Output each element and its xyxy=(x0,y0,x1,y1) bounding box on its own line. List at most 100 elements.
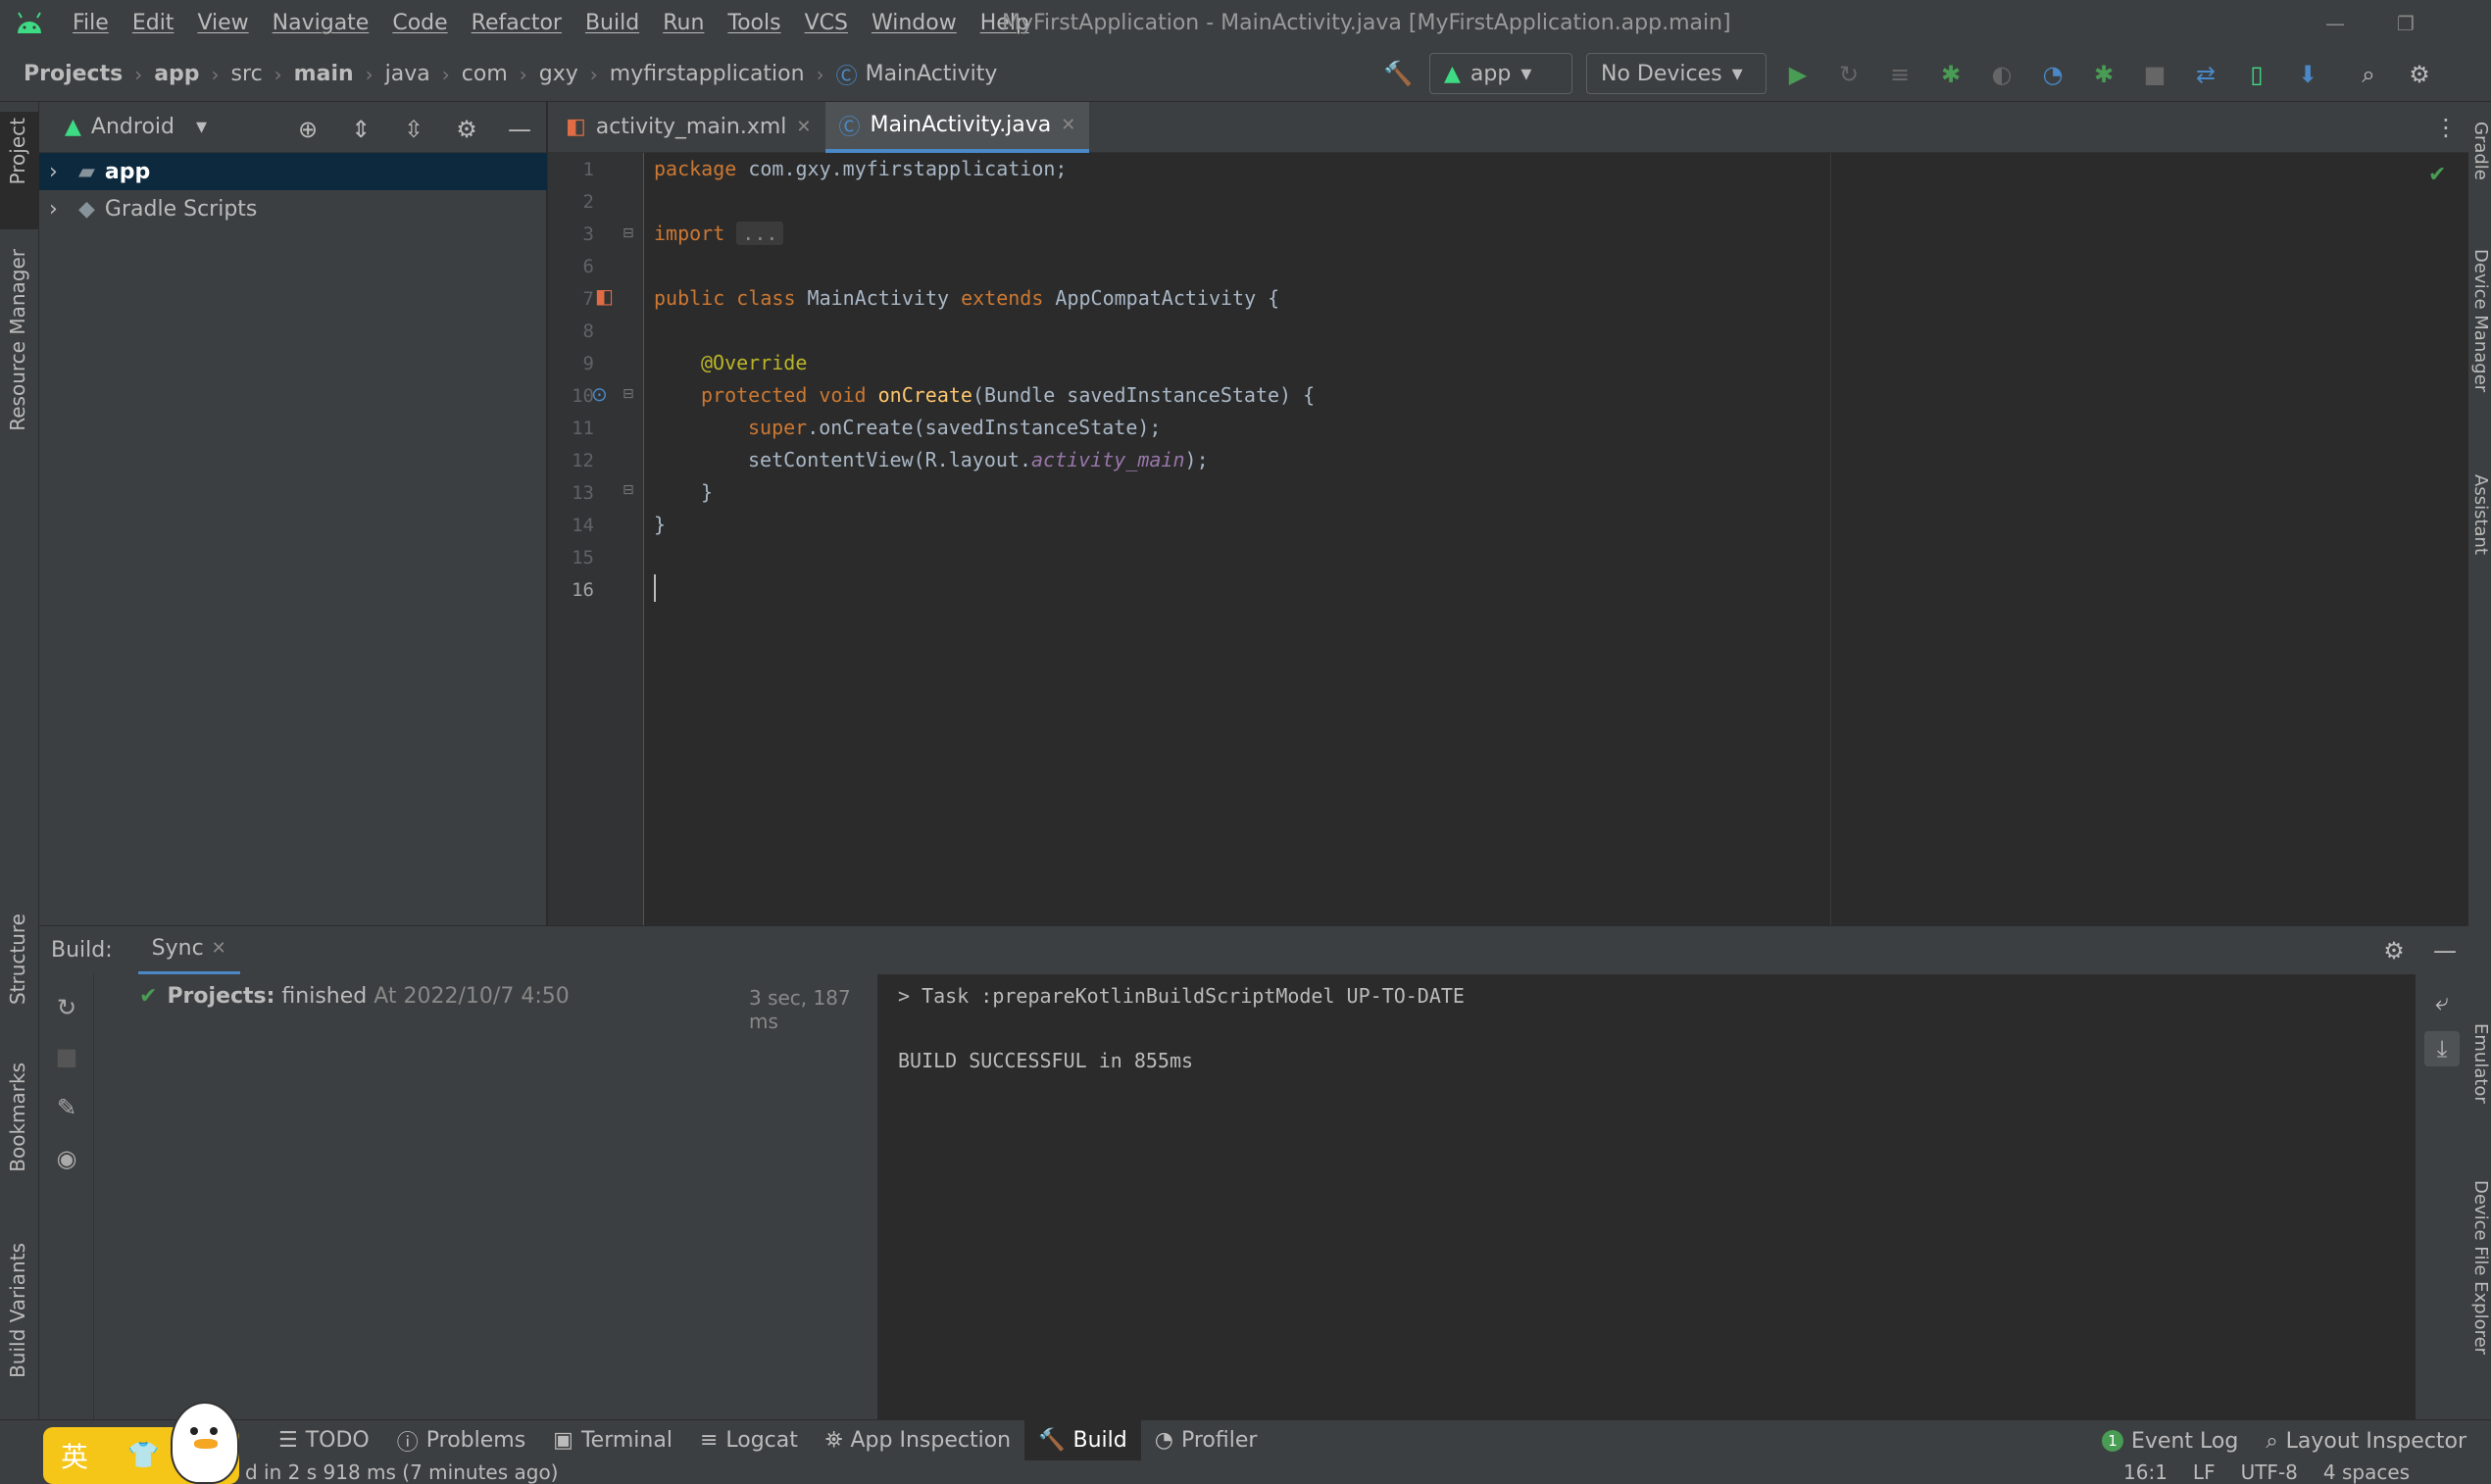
menu-item-run[interactable]: Run xyxy=(651,0,716,47)
no-problems-check-icon[interactable]: ✔ xyxy=(2428,163,2446,187)
event-log-tool-button[interactable]: 1 Event Log xyxy=(2088,1420,2252,1461)
apply-code-changes-icon[interactable]: ≡ xyxy=(1882,57,1918,92)
stop-icon[interactable]: ■ xyxy=(2137,57,2172,92)
app-inspection-tool-button[interactable]: ⛯ App Inspection xyxy=(812,1420,1024,1461)
attach-debugger-icon[interactable]: ✱ xyxy=(2086,57,2121,92)
device-manager-icon[interactable]: ▯ xyxy=(2239,57,2274,92)
hide-icon[interactable]: — xyxy=(2427,933,2463,968)
menu-item-window[interactable]: Window xyxy=(860,0,969,47)
terminal-tool-button[interactable]: ▣ Terminal xyxy=(539,1420,686,1461)
sync-gradle-icon[interactable]: ⇄ xyxy=(2188,57,2223,92)
line-separator[interactable]: LF xyxy=(2193,1460,2216,1484)
gear-icon[interactable]: ⚙ xyxy=(449,112,484,147)
menu-item-code[interactable]: Code xyxy=(380,0,459,47)
code-editor[interactable]: package com.gxy.myfirstapplication; impo… xyxy=(644,153,2468,925)
breadcrumb-item-app[interactable]: app xyxy=(154,62,199,86)
menu-item-file[interactable]: File xyxy=(61,0,121,47)
search-icon[interactable]: ⌕ xyxy=(2351,57,2386,92)
file-encoding[interactable]: UTF-8 xyxy=(2241,1460,2298,1484)
pin-icon[interactable]: ✎ xyxy=(49,1090,84,1125)
layout-file-gutter-icon[interactable]: ◧ xyxy=(595,284,614,308)
menu-item-refactor[interactable]: Refactor xyxy=(460,0,573,47)
build-tool-button[interactable]: 🔨 Build xyxy=(1024,1419,1141,1461)
soft-wrap-icon[interactable]: ⤶ xyxy=(2424,984,2460,1019)
device-select[interactable]: No Devices ▾ xyxy=(1586,53,1767,94)
breadcrumb-item-java[interactable]: java xyxy=(385,62,430,86)
problems-tool-button[interactable]: ⓘ Problems xyxy=(383,1420,539,1461)
profile-icon[interactable]: ◔ xyxy=(2035,57,2070,92)
resource-manager-tool-button[interactable]: Resource Manager xyxy=(6,249,29,431)
left-tool-stripe: Project Resource Manager Structure Bookm… xyxy=(0,102,39,1419)
override-gutter-icon[interactable]: ⊙ xyxy=(591,382,608,406)
code-line: @Override xyxy=(701,351,807,374)
breadcrumb-item-gxy[interactable]: gxy xyxy=(539,62,578,86)
menu-item-tools[interactable]: Tools xyxy=(716,0,792,47)
breadcrumb-item-com[interactable]: com xyxy=(462,62,508,86)
build-tree-row[interactable]: ✔ Projects: finished At 2022/10/7 4:50 xyxy=(139,984,570,1009)
breadcrumb-item-mainactivity[interactable]: MainActivity xyxy=(866,62,998,86)
layout-inspector-tool-button[interactable]: ⌕ Layout Inspector xyxy=(2252,1420,2480,1461)
fold-icon[interactable]: ⊟ xyxy=(623,225,634,241)
debug-icon[interactable]: ✱ xyxy=(1933,57,1968,92)
locate-icon[interactable]: ⊕ xyxy=(290,112,325,147)
bookmarks-tool-button[interactable]: Bookmarks xyxy=(6,1063,29,1172)
build-console[interactable]: > Task :prepareKotlinBuildScriptModel UP… xyxy=(878,974,2416,1419)
device-file-explorer-tool-button[interactable]: Device File Explorer xyxy=(2470,1180,2491,1415)
run-icon[interactable]: ▶ xyxy=(1780,57,1816,92)
tree-item-gradle-scripts[interactable]: › ◆ Gradle Scripts xyxy=(39,190,547,227)
structure-tool-button[interactable]: Structure xyxy=(6,914,29,1005)
menu-item-view[interactable]: View xyxy=(185,0,260,47)
gear-icon[interactable]: ⚙ xyxy=(2402,57,2437,92)
make-project-hammer-icon[interactable]: 🔨 xyxy=(1380,56,1416,91)
indent-setting[interactable]: 4 spaces xyxy=(2323,1460,2410,1484)
breadcrumb-item-myfirstapplication[interactable]: myfirstapplication xyxy=(610,62,805,86)
ime-widget[interactable]: 英 👕 xyxy=(43,1402,239,1484)
breadcrumb-item-projects[interactable]: Projects xyxy=(24,62,123,86)
tree-item-label: app xyxy=(104,159,151,184)
logcat-tool-button[interactable]: ≡ Logcat xyxy=(686,1420,812,1461)
coverage-icon[interactable]: ◐ xyxy=(1984,57,2019,92)
gradle-tool-button[interactable]: Gradle xyxy=(2470,122,2491,220)
restore-button[interactable]: ❐ xyxy=(2376,0,2435,47)
emulator-tool-button[interactable]: Emulator xyxy=(2470,1023,2491,1141)
sdk-manager-icon[interactable]: ⬇ xyxy=(2290,57,2325,92)
device-manager-tool-button[interactable]: Device Manager xyxy=(2470,249,2491,425)
sync-icon[interactable]: ↻ xyxy=(49,990,84,1025)
hide-icon[interactable]: — xyxy=(502,112,537,147)
menu-item-edit[interactable]: Edit xyxy=(121,0,186,47)
close-icon[interactable]: ✕ xyxy=(1061,115,1075,135)
project-view-select[interactable]: ▲ Android ▾ xyxy=(39,115,207,139)
build-variants-tool-button[interactable]: Build Variants xyxy=(6,1243,29,1378)
scroll-to-end-icon[interactable]: ⤓ xyxy=(2424,1031,2460,1066)
tab-sync[interactable]: Sync ✕ xyxy=(137,926,240,975)
assistant-tool-button[interactable]: Assistant xyxy=(2470,474,2491,592)
menu-item-vcs[interactable]: VCS xyxy=(793,0,860,47)
menu-item-build[interactable]: Build xyxy=(573,0,651,47)
fold-icon[interactable]: ⊟ xyxy=(623,482,634,498)
collapse-all-icon[interactable]: ⇳ xyxy=(396,112,431,147)
tab-mainactivity-java[interactable]: Ⓒ MainActivity.java ✕ xyxy=(824,101,1090,153)
gear-icon[interactable]: ⚙ xyxy=(2376,933,2412,968)
stop-icon[interactable]: ■ xyxy=(49,1039,84,1074)
fold-icon[interactable]: ⊟ xyxy=(623,386,634,402)
line-number: 11 xyxy=(572,418,594,439)
eye-icon[interactable]: ◉ xyxy=(49,1141,84,1176)
apply-changes-icon[interactable]: ↻ xyxy=(1831,57,1867,92)
breadcrumb-item-main[interactable]: main xyxy=(294,62,354,86)
more-options-icon[interactable]: ⋮ xyxy=(2428,110,2464,145)
expand-all-icon[interactable]: ⇕ xyxy=(343,112,378,147)
tree-item-app[interactable]: › ▰ app xyxy=(39,153,547,190)
close-icon[interactable]: ✕ xyxy=(796,117,811,137)
menu-item-navigate[interactable]: Navigate xyxy=(261,0,381,47)
run-config-select[interactable]: ▲ app ▾ xyxy=(1429,53,1572,94)
project-tool-button[interactable]: Project xyxy=(6,118,29,184)
profiler-tool-button[interactable]: ◔ Profiler xyxy=(1141,1420,1271,1461)
todo-tool-button[interactable]: ☰ TODO xyxy=(265,1420,383,1461)
caret-position[interactable]: 16:1 xyxy=(2123,1460,2167,1484)
code-line: package com.gxy.myfirstapplication; xyxy=(654,157,1067,180)
tab-activity-main-xml[interactable]: ◧ activity_main.xml ✕ xyxy=(548,102,825,153)
close-icon[interactable]: ✕ xyxy=(212,938,226,959)
folded-imports[interactable]: ... xyxy=(736,222,784,245)
breadcrumb-item-src[interactable]: src xyxy=(231,62,263,86)
minimize-button[interactable]: — xyxy=(2306,0,2365,47)
